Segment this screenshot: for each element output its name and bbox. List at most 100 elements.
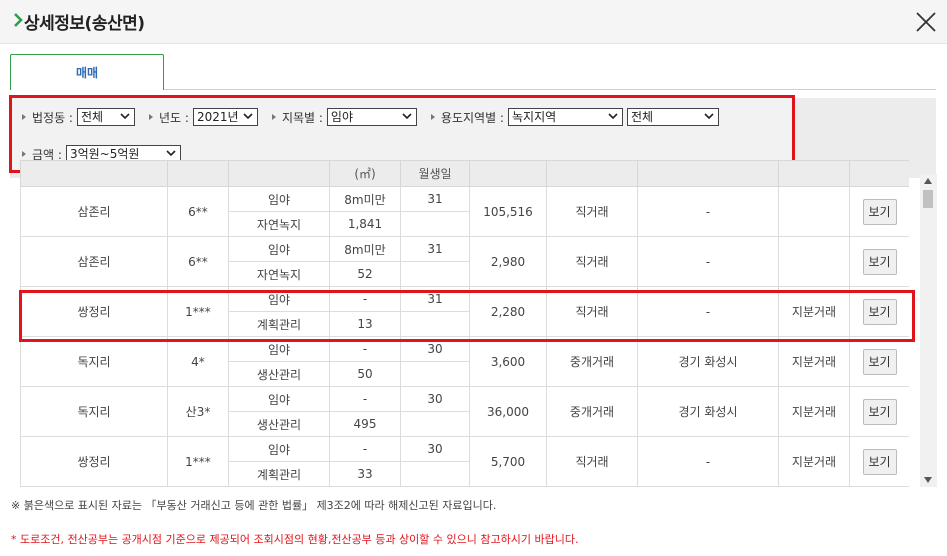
cell-zone: 자연녹지 <box>228 261 330 287</box>
cell-price: 3,600 <box>469 336 547 387</box>
bullet-triangle-icon <box>271 114 276 120</box>
close-icon[interactable] <box>915 11 937 33</box>
cell-zone: 생산관리 <box>228 361 330 387</box>
cell-empty <box>400 361 470 387</box>
filter-label-bjd: 법정동 : <box>32 110 73 125</box>
cell-ri: 독지리 <box>20 336 168 387</box>
scroll-down-arrow-icon[interactable] <box>924 477 932 483</box>
cell-bunji: 1*** <box>167 436 229 487</box>
table-scrollbar[interactable] <box>920 174 937 487</box>
cell-empty <box>400 211 470 237</box>
cell-share: 지분거래 <box>778 436 850 487</box>
cell-ri: 쌍정리 <box>20 436 168 487</box>
select-year[interactable]: 2021년 <box>192 108 258 126</box>
column-header <box>849 160 909 187</box>
chevron-down-icon <box>243 113 253 120</box>
view-button[interactable]: 보기 <box>862 398 897 425</box>
cell-action: 보기 <box>849 336 909 387</box>
bullet-triangle-icon <box>22 151 26 157</box>
bullet-triangle-icon <box>430 114 435 120</box>
view-button[interactable]: 보기 <box>862 448 897 475</box>
view-button[interactable]: 보기 <box>862 198 897 225</box>
cell-price: 105,516 <box>469 186 547 237</box>
cell-action: 보기 <box>849 236 909 287</box>
cell-area-b: 52 <box>329 261 401 287</box>
scroll-thumb[interactable] <box>923 190 933 208</box>
cell-day: 31 <box>400 236 470 262</box>
cell-agent: 경기 화성시 <box>637 336 779 387</box>
cell-price: 5,700 <box>469 436 547 487</box>
select-zone-sub[interactable]: 전체 <box>626 108 719 126</box>
chevron-down-icon <box>402 113 412 120</box>
cell-empty <box>400 461 470 487</box>
cell-price: 2,980 <box>469 236 547 287</box>
table-row: 삼존리 6** 임야 8m미만 31 2,980 직거래 - 보기 <box>20 236 909 287</box>
dialog-title: 상세정보(송산면) <box>24 14 145 34</box>
cell-area-b: 50 <box>329 361 401 387</box>
chevron-down-icon <box>704 113 714 120</box>
cell-jimok: 임야 <box>228 386 330 412</box>
cell-share: 지분거래 <box>778 336 850 387</box>
cell-area-a: - <box>329 386 401 412</box>
cell-agent: - <box>637 436 779 487</box>
column-header: (㎡) <box>329 160 401 187</box>
cell-ri: 독지리 <box>20 386 168 437</box>
cell-area-b: 495 <box>329 411 401 437</box>
cell-area-a: - <box>329 436 401 462</box>
select-jimok[interactable]: 임야 <box>326 108 417 126</box>
tab-sale[interactable]: 매매 <box>10 54 164 90</box>
cell-bunji: 6** <box>167 236 229 287</box>
cell-type: 직거래 <box>546 236 638 287</box>
cell-empty <box>400 261 470 287</box>
cell-jimok: 임야 <box>228 236 330 262</box>
cell-jimok: 임야 <box>228 186 330 212</box>
cell-share <box>778 236 850 287</box>
bullet-triangle-icon <box>148 114 153 120</box>
cell-day: 30 <box>400 386 470 412</box>
select-bjd[interactable]: 전체 <box>76 108 135 126</box>
note-disclaimer: * 도로조건, 전산공부는 공개시점 기준으로 제공되어 조회시점의 현황,전산… <box>11 533 579 546</box>
cell-zone: 생산관리 <box>228 411 330 437</box>
cell-share <box>778 186 850 237</box>
select-zone[interactable]: 녹지지역 <box>507 108 623 126</box>
column-header: 월생일 <box>400 160 470 187</box>
cell-type: 중개거래 <box>546 336 638 387</box>
cell-area-a: 8m미만 <box>329 186 401 212</box>
cell-share: 지분거래 <box>778 386 850 437</box>
cell-type: 직거래 <box>546 186 638 237</box>
filter-label-year: 년도 : <box>158 110 189 125</box>
table-row: 삼존리 6** 임야 8m미만 31 105,516 직거래 - 보기 <box>20 186 909 237</box>
cell-type: 중개거래 <box>546 386 638 437</box>
table-row: 독지리 산3* 임야 -30 36,000 중개거래 경기 화성시 지분거래 보기 <box>20 386 909 437</box>
column-header <box>20 160 168 187</box>
view-button[interactable]: 보기 <box>862 348 897 375</box>
cell-area-a: 8m미만 <box>329 236 401 262</box>
cell-jimok: 임야 <box>228 436 330 462</box>
cell-day: 31 <box>400 186 470 212</box>
cell-ri: 삼존리 <box>20 186 168 237</box>
cell-action: 보기 <box>849 436 909 487</box>
filter-label-jimok: 지목별 : <box>281 110 323 125</box>
chevron-right-icon <box>14 13 23 27</box>
cell-agent: - <box>637 236 779 287</box>
column-header <box>469 160 547 187</box>
filter-label-zone: 용도지역별 : <box>440 110 504 125</box>
chevron-down-icon <box>120 113 130 120</box>
scroll-up-arrow-icon[interactable] <box>924 178 932 184</box>
cell-day: 30 <box>400 436 470 462</box>
cell-action: 보기 <box>849 386 909 437</box>
row-highlight <box>19 290 915 342</box>
cell-bunji: 산3* <box>167 386 229 437</box>
column-header <box>546 160 638 187</box>
filter-row-1: 법정동 : 전체 년도 : 2021년 지목별 : 임야 용도지역별 : 녹지지… <box>18 107 729 127</box>
cell-price: 36,000 <box>469 386 547 437</box>
view-button[interactable]: 보기 <box>862 248 897 275</box>
cell-action: 보기 <box>849 186 909 237</box>
dialog-header: 상세정보(송산면) <box>0 0 947 44</box>
bullet-triangle-icon <box>22 114 26 120</box>
cell-bunji: 6** <box>167 186 229 237</box>
cell-area-b: 33 <box>329 461 401 487</box>
cell-zone: 자연녹지 <box>228 211 330 237</box>
column-header <box>637 160 779 187</box>
cell-bunji: 4* <box>167 336 229 387</box>
